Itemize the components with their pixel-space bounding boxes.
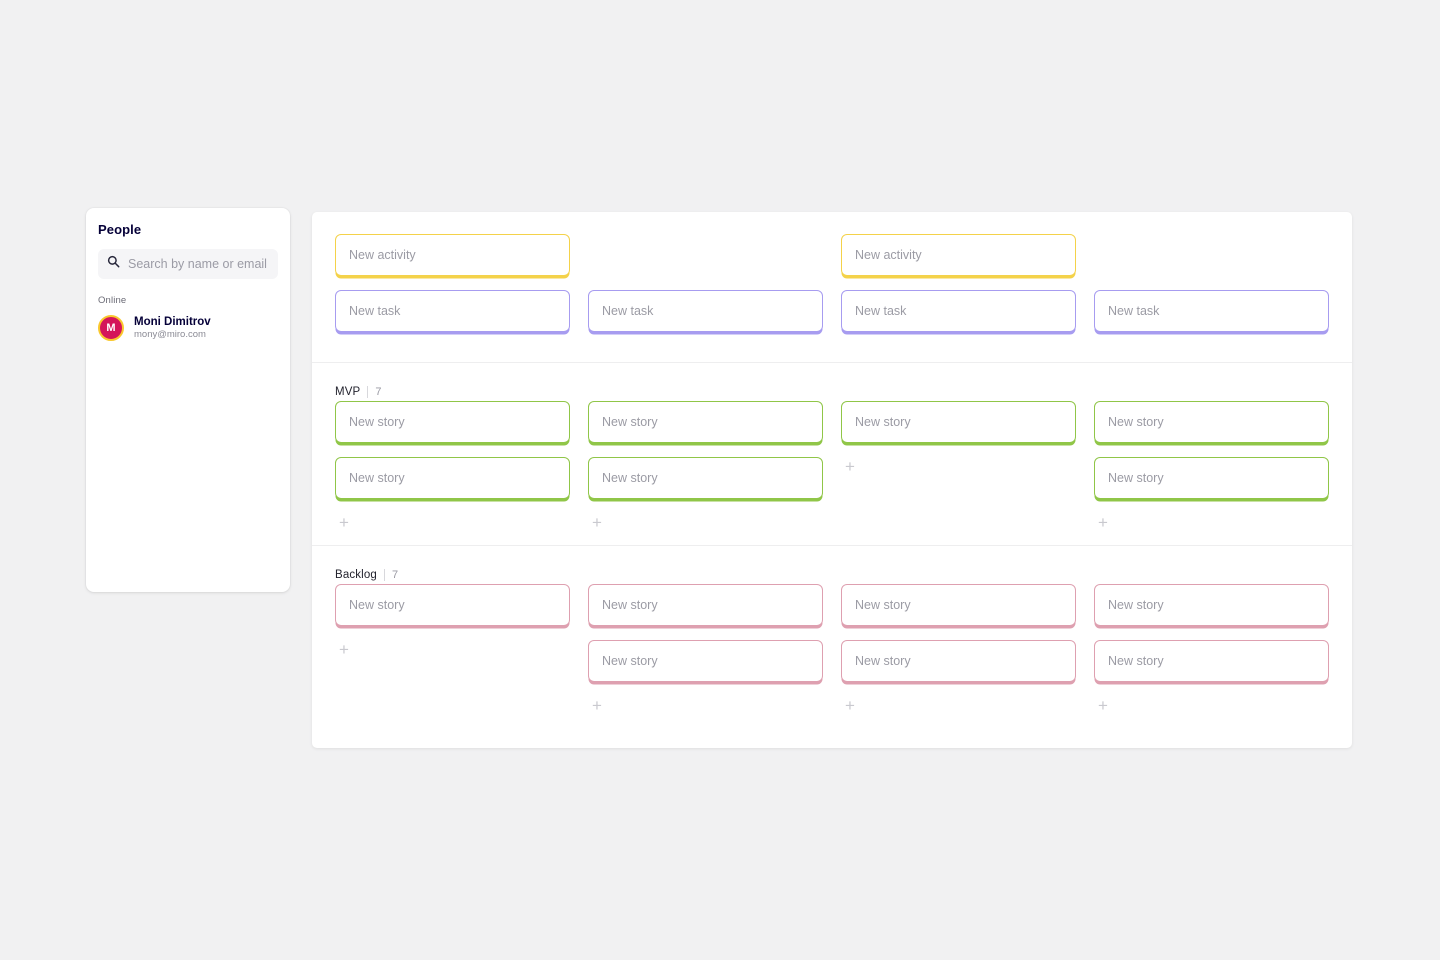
card-pink[interactable]: New story (1094, 584, 1329, 626)
section-columns: New story + New story New story + New story Ne… (312, 584, 1352, 714)
board-column: New story New story + (335, 401, 570, 531)
section-header-mvp: MVP 7 (312, 363, 1352, 401)
board-column: New story New story + (1094, 584, 1329, 714)
section-separator (383, 569, 385, 581)
search-icon (107, 255, 120, 273)
add-card-button[interactable]: + (1094, 696, 1112, 714)
card-purple[interactable]: New task (1094, 290, 1329, 332)
section-count: 7 (375, 386, 382, 398)
section-count: 7 (391, 569, 399, 581)
add-card-button[interactable]: + (335, 640, 353, 658)
section-top-spacer (312, 212, 1352, 234)
board-section-mvp: MVP 7 New story New story + New story New stor… (312, 362, 1352, 545)
section-columns: New story New story + New story New story + Ne… (312, 401, 1352, 531)
search-input[interactable] (128, 257, 269, 271)
card-yellow[interactable]: New activity (841, 234, 1076, 276)
board-column: New story New story + (841, 584, 1076, 714)
add-card-button[interactable]: + (588, 513, 606, 531)
section-header-backlog: Backlog 7 (312, 546, 1352, 584)
board-column: New story New story + (1094, 401, 1329, 531)
add-card-button[interactable]: + (588, 696, 606, 714)
app-root: People Online M Moni Dimitrov mony@miro.… (0, 0, 1440, 960)
person-meta: Moni Dimitrov mony@miro.com (134, 316, 211, 340)
card-green[interactable]: New story (841, 401, 1076, 443)
card-yellow[interactable]: New activity (335, 234, 570, 276)
avatar-initial: M (106, 321, 116, 334)
card-pink[interactable]: New story (1094, 640, 1329, 682)
people-panel: People Online M Moni Dimitrov mony@miro.… (86, 208, 290, 592)
card-green[interactable]: New story (335, 401, 570, 443)
board-column: New activity New task (335, 234, 570, 346)
section-columns: New activity New task New task New activity… (312, 234, 1352, 346)
board-column: New story + (841, 401, 1076, 531)
card-green[interactable]: New story (335, 457, 570, 499)
section-title: MVP (335, 386, 361, 398)
card-purple[interactable]: New task (588, 290, 823, 332)
section-bottom-spacer (312, 714, 1352, 728)
person-name: Moni Dimitrov (134, 316, 211, 328)
add-card-button[interactable]: + (841, 457, 859, 475)
online-group-label: Online (98, 295, 127, 306)
board-section-backlog: Backlog 7 New story + New story New story + New… (312, 545, 1352, 728)
empty-slot (1094, 234, 1329, 276)
people-panel-title: People (98, 222, 142, 237)
card-pink[interactable]: New story (335, 584, 570, 626)
board-column: New task (588, 234, 823, 346)
avatar: M (98, 315, 124, 341)
section-title: Backlog (335, 569, 377, 581)
section-separator (367, 386, 369, 398)
person-list-item[interactable]: M Moni Dimitrov mony@miro.com (98, 315, 278, 341)
board-column: New task (1094, 234, 1329, 346)
add-card-button[interactable]: + (335, 513, 353, 531)
board-column: New story + (335, 584, 570, 714)
board-column: New activity New task (841, 234, 1076, 346)
card-green[interactable]: New story (1094, 457, 1329, 499)
card-green[interactable]: New story (588, 401, 823, 443)
card-green[interactable]: New story (588, 457, 823, 499)
story-map-board: New activity New task New task New activity… (312, 212, 1352, 748)
card-pink[interactable]: New story (588, 640, 823, 682)
card-pink[interactable]: New story (588, 584, 823, 626)
empty-slot (588, 234, 823, 276)
board-column: New story New story + (588, 401, 823, 531)
card-purple[interactable]: New task (335, 290, 570, 332)
section-bottom-spacer (312, 531, 1352, 545)
add-card-button[interactable]: + (1094, 513, 1112, 531)
card-pink[interactable]: New story (841, 584, 1076, 626)
card-green[interactable]: New story (1094, 401, 1329, 443)
add-card-button[interactable]: + (841, 696, 859, 714)
board-section-top: New activity New task New task New activity… (312, 212, 1352, 362)
people-search[interactable] (98, 249, 278, 279)
card-purple[interactable]: New task (841, 290, 1076, 332)
board-column: New story New story + (588, 584, 823, 714)
section-bottom-spacer (312, 346, 1352, 362)
card-pink[interactable]: New story (841, 640, 1076, 682)
person-email: mony@miro.com (134, 329, 206, 340)
